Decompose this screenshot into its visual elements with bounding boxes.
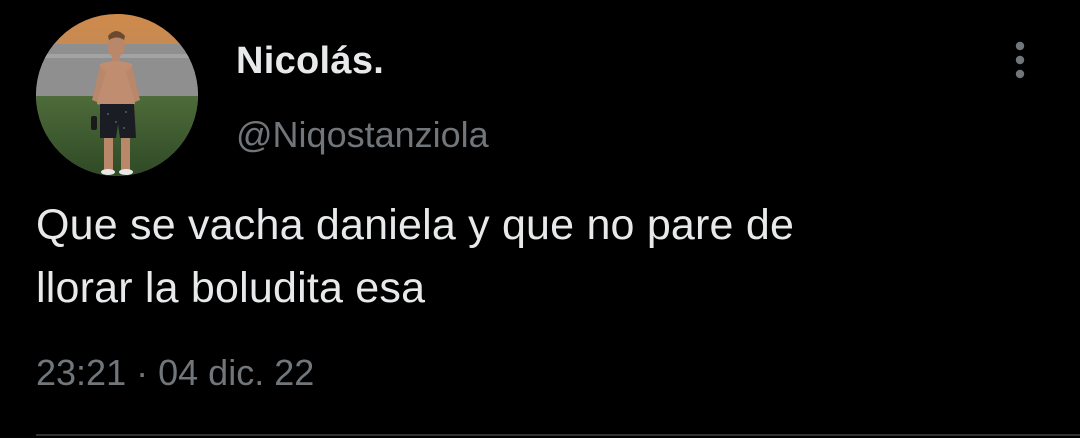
more-options-button[interactable] xyxy=(1002,38,1038,84)
author-avatar[interactable] xyxy=(36,14,198,176)
avatar-photo xyxy=(36,14,198,176)
timestamp-separator: · xyxy=(136,352,149,393)
tweet-text-line: Que se vacha daniela y que no pare de xyxy=(36,201,795,249)
more-vertical-icon xyxy=(1015,41,1025,79)
tweet-timestamp[interactable]: 23:21 · 04 dic. 22 xyxy=(36,352,314,394)
author-display-name[interactable]: Nicolás. xyxy=(236,40,384,83)
divider xyxy=(36,434,1080,436)
tweet-date: 04 dic. 22 xyxy=(158,352,315,393)
tweet-card: Nicolás. @Niqostanziola Que se vacha dan… xyxy=(0,0,1080,438)
tweet-time: 23:21 xyxy=(36,352,127,393)
tweet-text: Que se vacha daniela y que no pare de ll… xyxy=(36,194,1046,320)
author-handle[interactable]: @Niqostanziola xyxy=(236,114,489,156)
tweet-text-line: llorar la boludita esa xyxy=(36,264,426,312)
